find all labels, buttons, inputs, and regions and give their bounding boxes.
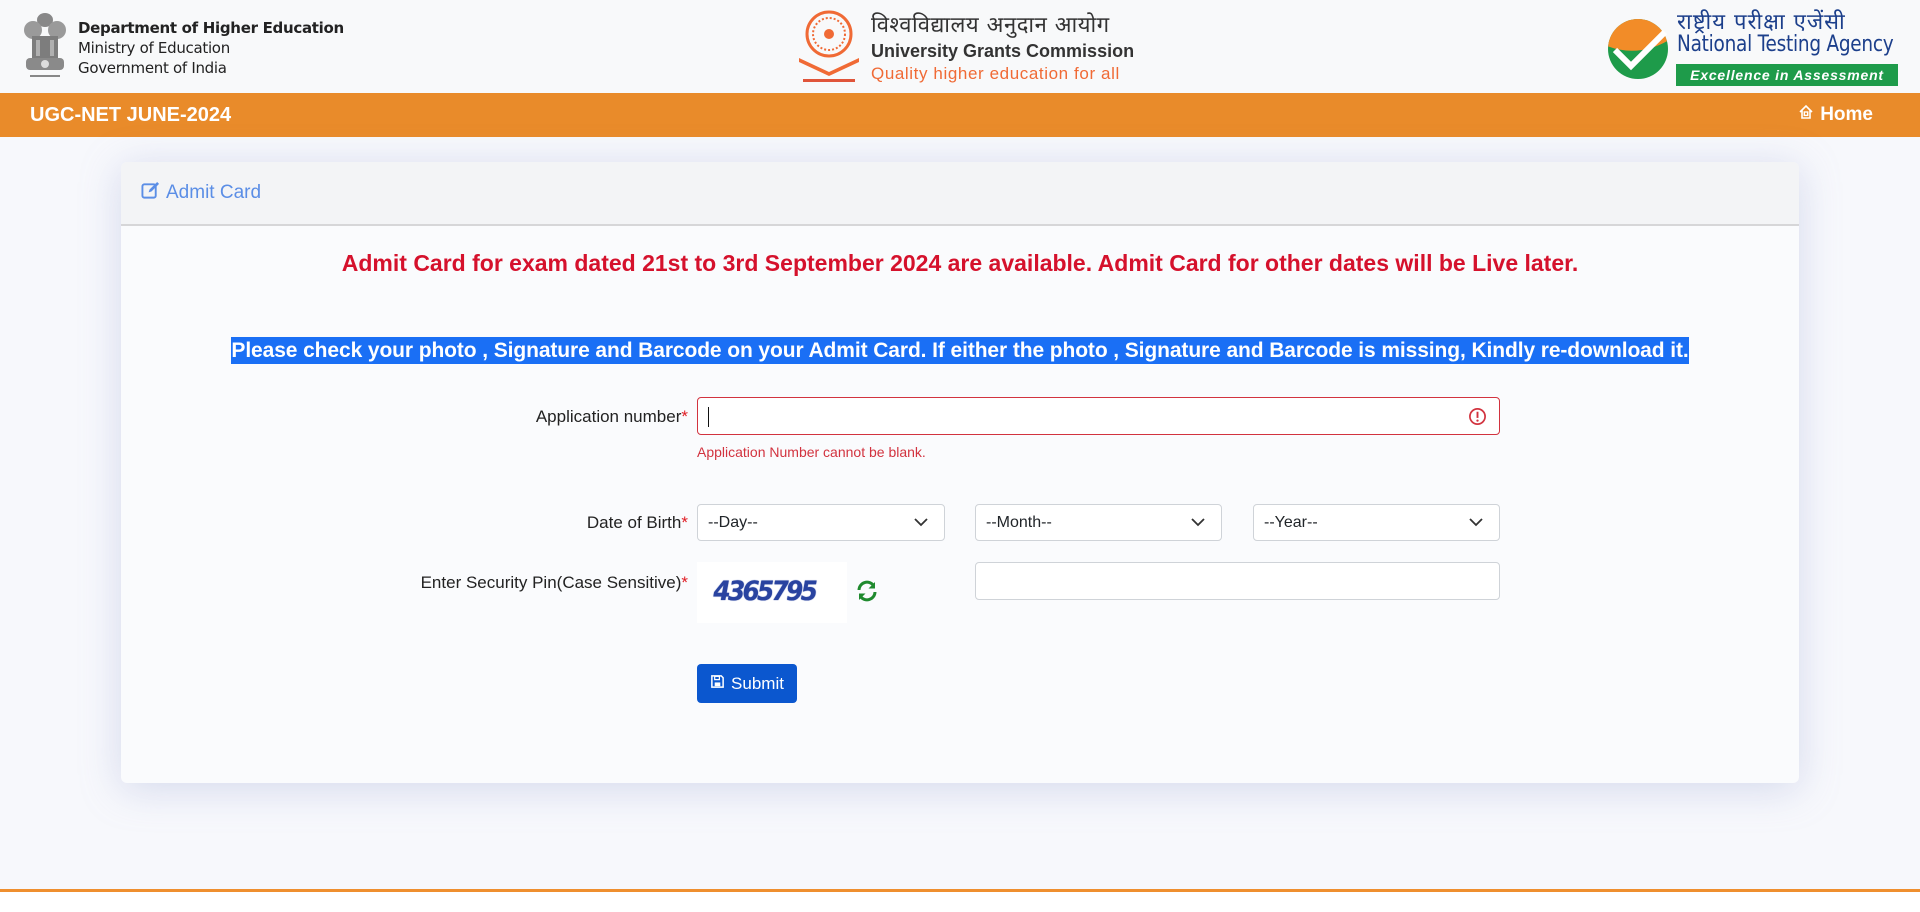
government-name: Government of India [78,59,227,77]
home-link[interactable]: Home [1798,93,1873,137]
card-title: Admit Card [166,182,262,203]
submit-button[interactable]: Submit [697,664,797,703]
top-navbar: UGC-NET JUNE-2024 Home [0,93,1920,137]
required-asterisk: * [681,407,688,426]
security-pin-input[interactable] [976,563,1499,599]
application-number-field[interactable] [697,397,1500,435]
ugc-branding: विश्वविद्यालय अनुदान आयोग University Gra… [795,8,1134,86]
availability-notice: Admit Card for exam dated 21st to 3rd Se… [341,250,1579,276]
nta-name: National Testing Agency [1677,32,1894,57]
date-of-birth-label: Date of Birth* [587,513,688,533]
exclamation-circle-icon [1468,407,1487,426]
required-asterisk: * [681,573,688,592]
year-select-value: --Year-- [1264,514,1318,531]
ugc-name: University Grants Commission [871,41,1135,61]
government-text: Department of Higher Education Ministry … [78,8,344,78]
photo-check-notice: Please check your photo , Signature and … [231,337,1689,364]
ugc-hindi-name: विश्वविद्यालय अनुदान आयोग [871,13,1110,38]
government-branding: Department of Higher Education Ministry … [20,8,344,84]
captcha-image: 4365795 [697,562,847,623]
date-of-birth-label-text: Date of Birth [586,513,682,532]
application-number-input[interactable] [698,398,1499,434]
month-select[interactable]: --Month-- [975,504,1222,541]
chevron-down-icon [914,518,928,527]
captcha-text: 4365795 [713,576,817,607]
admit-card-panel: Admit Card Admit Card for exam dated 21s… [121,162,1799,783]
national-emblem-icon [20,8,70,84]
exam-title: UGC-NET JUNE-2024 [30,104,232,126]
edit-icon [141,181,166,205]
photo-check-notice-wrap: Please check your photo , Signature and … [121,337,1799,364]
card-header: Admit Card [121,162,1799,226]
day-select-value: --Day-- [708,514,758,531]
application-number-error: Application Number cannot be blank. [697,444,926,460]
submit-label: Submit [731,673,784,693]
application-number-label: Application number* [536,407,688,427]
branding-header: Department of Higher Education Ministry … [0,0,1920,93]
security-pin-label: Enter Security Pin(Case Sensitive)* [421,573,688,593]
department-name: Department of Higher Education [78,19,344,37]
required-asterisk: * [681,513,688,532]
floppy-disk-icon [710,674,725,694]
chevron-down-icon [1191,518,1205,527]
year-select[interactable]: --Year-- [1253,504,1500,541]
chevron-down-icon [1469,518,1483,527]
home-label: Home [1820,104,1873,125]
day-select[interactable]: --Day-- [697,504,945,541]
refresh-icon[interactable] [855,579,879,603]
ugc-tagline: Quality higher education for all [871,64,1120,83]
nta-branding: राष्ट्रीय परीक्षा एजेंसी National Testin… [1607,6,1907,88]
footer [0,892,1920,912]
security-pin-field[interactable] [975,562,1500,600]
home-icon [1798,93,1814,137]
nta-checkmark-logo-icon [1607,18,1669,80]
nta-tagline: Excellence in Assessment [1676,64,1898,86]
application-number-label-text: Application number [535,407,682,426]
ugc-chakra-logo-icon [795,8,863,84]
security-pin-label-text: Enter Security Pin(Case Sensitive) [420,573,682,592]
ugc-text: विश्वविद्यालय अनुदान आयोग University Gra… [871,8,1134,86]
month-select-value: --Month-- [986,514,1052,531]
ministry-name: Ministry of Education [78,39,230,57]
text-cursor [708,407,709,427]
